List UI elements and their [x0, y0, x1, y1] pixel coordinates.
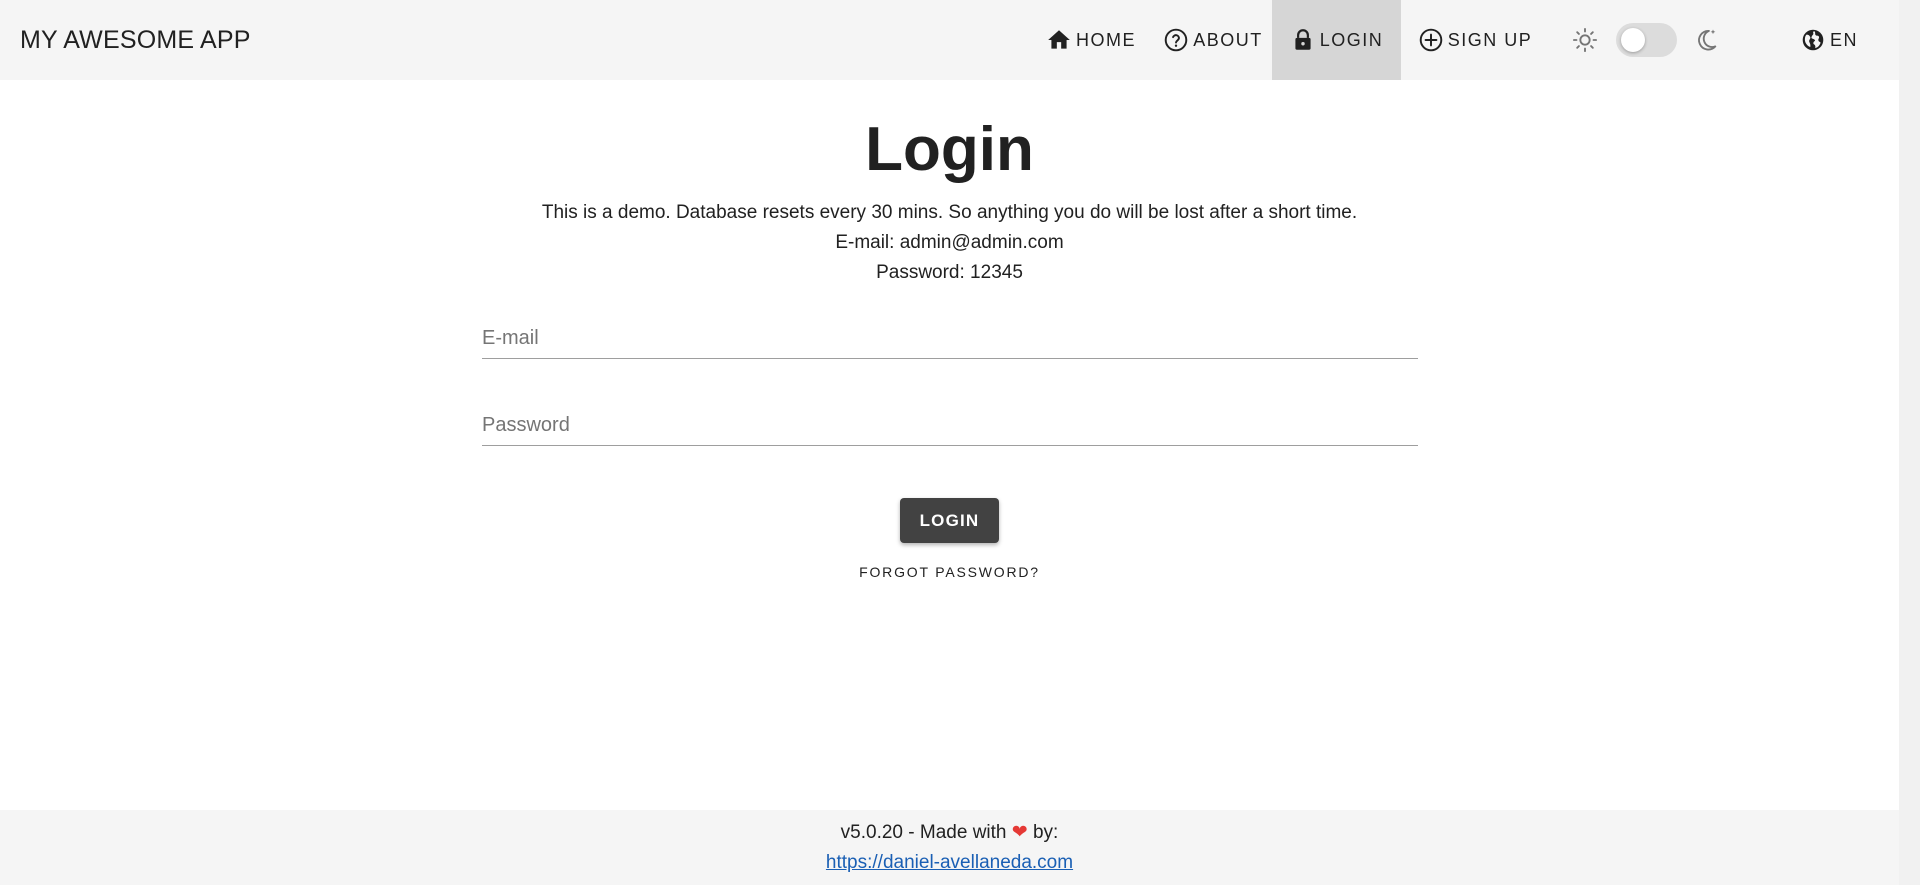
help-circle-icon [1164, 28, 1188, 52]
plus-circle-icon [1419, 28, 1443, 52]
footer: v5.0.20 - Made with ❤ by: https://daniel… [0, 810, 1899, 885]
footer-by: by: [1032, 822, 1059, 843]
footer-credit: v5.0.20 - Made with ❤ by: [0, 819, 1899, 847]
language-label: EN [1830, 29, 1859, 50]
nav-home-label: HOME [1076, 29, 1136, 50]
nav-login-label: LOGIN [1319, 29, 1384, 50]
nav-about-button[interactable]: ABOUT [1154, 0, 1272, 80]
theme-toggle[interactable] [1616, 23, 1677, 57]
vertical-scrollbar[interactable] [1899, 0, 1920, 885]
moon-icon [1698, 29, 1717, 51]
lock-icon [1295, 29, 1311, 50]
demo-email: E-mail: admin@admin.com [835, 232, 1064, 253]
forgot-password-link[interactable]: FORGOT PASSWORD? [0, 564, 1899, 580]
top-bar: MY AWESOME APP HOME ABOUT LOGIN SIGN UP … [0, 0, 1899, 80]
email-field-container [482, 309, 1418, 359]
demo-password: Password: 12345 [876, 262, 1023, 283]
nav-login-button[interactable]: LOGIN [1272, 0, 1401, 80]
footer-link-row: https://daniel-avellaneda.com [0, 849, 1899, 877]
password-field[interactable] [482, 396, 1418, 445]
heart-icon: ❤ [1011, 822, 1028, 843]
sun-icon [1572, 27, 1598, 53]
language-selector[interactable]: EN [1800, 0, 1870, 80]
globe-icon [1802, 29, 1824, 51]
nav-home-button[interactable]: HOME [1028, 0, 1154, 80]
theme-toggle-knob [1621, 28, 1645, 52]
page-title: Login [865, 115, 1034, 184]
app-root: MY AWESOME APP HOME ABOUT LOGIN SIGN UP … [0, 0, 1920, 885]
nav-signup-label: SIGN UP [1447, 29, 1533, 50]
demo-notice: This is a demo. Database resets every 30… [541, 202, 1358, 223]
footer-version: v5.0.20 - Made with [840, 822, 1007, 843]
nav-signup-button[interactable]: SIGN UP [1401, 0, 1549, 80]
login-button[interactable]: LOGIN [900, 498, 999, 543]
email-field[interactable] [482, 309, 1418, 358]
home-icon [1048, 30, 1070, 49]
author-link[interactable]: https://daniel-avellaneda.com [826, 852, 1073, 873]
password-field-container [482, 396, 1418, 446]
nav-about-label: ABOUT [1193, 29, 1263, 50]
app-title[interactable]: MY AWESOME APP [20, 0, 251, 80]
